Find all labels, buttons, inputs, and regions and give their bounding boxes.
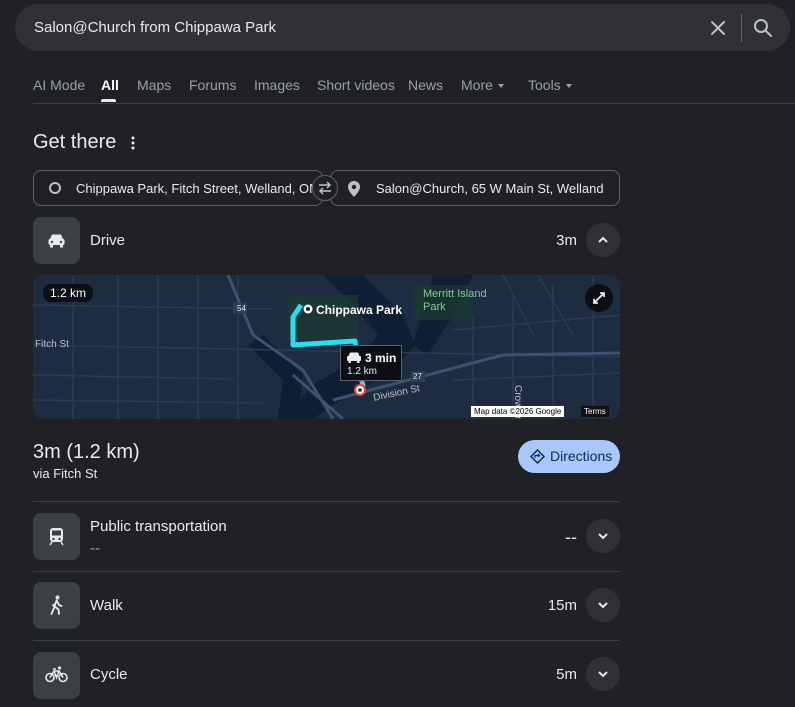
map-label-chippawa-park: Chippawa Park bbox=[316, 303, 403, 317]
chevron-down-icon bbox=[598, 671, 608, 678]
destination-field[interactable]: Salon@Church, 65 W Main St, Welland bbox=[330, 170, 620, 206]
expand-cycle-button[interactable] bbox=[586, 657, 620, 691]
chevron-down-icon bbox=[598, 533, 608, 540]
search-bar[interactable]: Salon@Church from Chippawa Park bbox=[15, 4, 790, 51]
walk-label[interactable]: Walk bbox=[90, 597, 123, 614]
directions-label: Directions bbox=[550, 448, 613, 464]
directions-icon bbox=[530, 449, 545, 464]
map-attribution: Map data ©2026 Google bbox=[471, 406, 565, 417]
route-via: via Fitch St bbox=[33, 466, 98, 481]
transit-time: -- bbox=[565, 527, 577, 547]
origin-circle-icon bbox=[49, 182, 61, 194]
tab-ai-mode[interactable]: AI Mode bbox=[33, 77, 85, 93]
chevron-down-icon bbox=[497, 84, 504, 89]
chevron-up-icon bbox=[598, 236, 608, 243]
cycle-label[interactable]: Cycle bbox=[90, 666, 128, 683]
swap-icon[interactable] bbox=[312, 175, 338, 201]
transit-subtext: -- bbox=[90, 540, 100, 557]
expand-walk-button[interactable] bbox=[586, 588, 620, 622]
transit-label[interactable]: Public transportation bbox=[90, 518, 227, 535]
car-icon bbox=[33, 217, 80, 264]
drive-label[interactable]: Drive bbox=[90, 232, 125, 249]
tab-images[interactable]: Images bbox=[254, 77, 300, 93]
tab-tools[interactable]: Tools bbox=[528, 77, 572, 93]
tab-forums[interactable]: Forums bbox=[189, 77, 236, 93]
expand-transit-button[interactable] bbox=[586, 519, 620, 553]
chevron-down-icon bbox=[598, 602, 608, 609]
tab-more-label: More bbox=[461, 77, 493, 93]
tab-more[interactable]: More bbox=[461, 77, 504, 93]
walking-icon bbox=[33, 582, 80, 629]
panel-title: Get there bbox=[33, 131, 117, 153]
tab-news[interactable]: News bbox=[408, 77, 443, 93]
collapse-drive-button[interactable] bbox=[586, 223, 620, 257]
directions-button[interactable]: Directions bbox=[518, 440, 620, 473]
divider bbox=[33, 571, 620, 572]
bicycle-icon bbox=[33, 652, 80, 699]
destination-text: Salon@Church, 65 W Main St, Welland bbox=[376, 181, 604, 196]
train-icon bbox=[33, 513, 80, 560]
cycle-time: 5m bbox=[556, 666, 577, 683]
tabs-divider bbox=[33, 103, 795, 104]
origin-field[interactable]: Chippawa Park, Fitch Street, Welland, ON bbox=[33, 170, 323, 206]
tab-maps[interactable]: Maps bbox=[137, 77, 171, 93]
map-scale: 1.2 km bbox=[43, 284, 94, 302]
origin-text: Chippawa Park, Fitch Street, Welland, ON bbox=[76, 181, 319, 196]
more-options-icon[interactable] bbox=[128, 134, 138, 152]
search-divider bbox=[741, 14, 742, 42]
location-pin-icon bbox=[348, 181, 360, 197]
route-shield-54: 54 bbox=[237, 304, 246, 313]
tab-tools-label: Tools bbox=[528, 77, 561, 93]
callout-distance: 1.2 km bbox=[347, 366, 378, 377]
tab-all[interactable]: All bbox=[101, 77, 119, 93]
expand-icon[interactable] bbox=[585, 284, 613, 312]
map-canvas bbox=[33, 275, 620, 419]
chevron-down-icon bbox=[565, 84, 572, 89]
callout-time: 3 min bbox=[365, 351, 397, 365]
map-label-fitch-st: Fitch St bbox=[35, 339, 69, 350]
route-time-distance: 3m (1.2 km) bbox=[33, 441, 140, 463]
tab-short-videos[interactable]: Short videos bbox=[317, 77, 395, 93]
drive-time: 3m bbox=[556, 232, 577, 249]
divider bbox=[33, 501, 620, 502]
clear-icon[interactable] bbox=[705, 15, 731, 41]
divider bbox=[33, 640, 620, 641]
walk-time: 15m bbox=[547, 597, 577, 614]
route-callout: 3 min 1.2 km bbox=[340, 345, 402, 381]
route-map[interactable]: 54 27 Chippawa Park Merritt Island Park … bbox=[33, 275, 620, 419]
search-icon[interactable] bbox=[750, 15, 776, 41]
search-input[interactable]: Salon@Church from Chippawa Park bbox=[34, 19, 276, 36]
map-terms-link[interactable]: Terms bbox=[581, 406, 609, 417]
car-icon bbox=[347, 352, 361, 363]
route-shield-27: 27 bbox=[413, 372, 422, 381]
active-tab-indicator bbox=[101, 99, 116, 102]
map-label-merritt-island: Merritt Island Park bbox=[423, 288, 487, 313]
